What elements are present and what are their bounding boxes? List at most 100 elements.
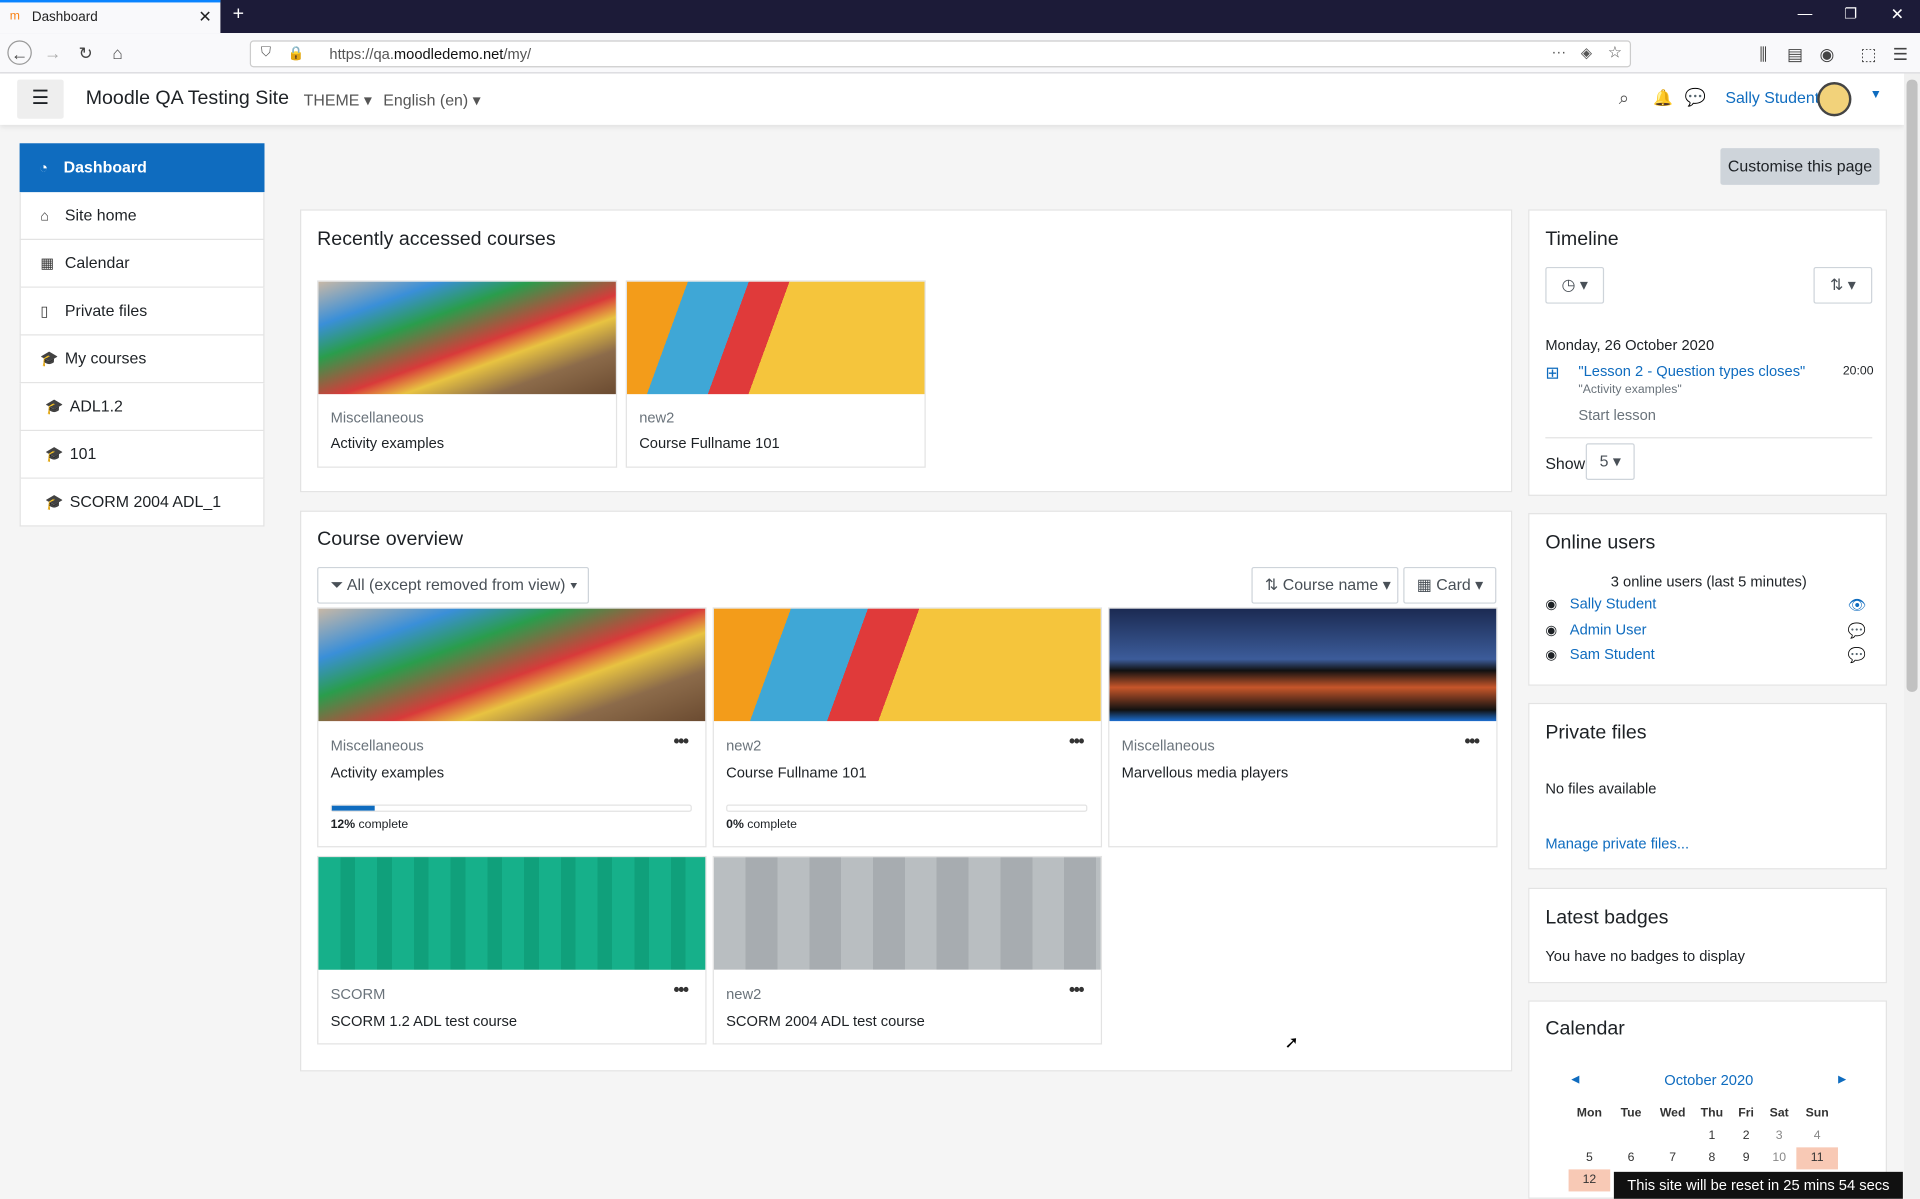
course-actions-icon[interactable]: •••: [673, 980, 689, 1000]
course-name[interactable]: Course Fullname 101: [639, 435, 779, 452]
eye-icon[interactable]: 👁: [1848, 596, 1867, 613]
calendar-day[interactable]: 9: [1730, 1147, 1762, 1169]
sidebar-item-my-courses[interactable]: 🎓 My courses: [19, 335, 265, 384]
progress-text: 12% complete: [330, 817, 409, 832]
course-image[interactable]: [713, 857, 1101, 970]
message-icon[interactable]: 💬: [1848, 622, 1866, 639]
course-image[interactable]: [713, 608, 1101, 722]
sidebar-item-course[interactable]: 🎓 101: [19, 431, 265, 479]
calendar-day-highlight[interactable]: 11: [1796, 1147, 1838, 1170]
view-dropdown[interactable]: ▦ Card ▾: [1403, 566, 1497, 604]
filter-dropdown[interactable]: ⏷ All (except removed from view) ▾: [317, 566, 589, 604]
calendar-day[interactable]: 6: [1610, 1147, 1652, 1169]
course-image[interactable]: [1109, 608, 1497, 722]
bookmark-star-icon[interactable]: ☆: [1608, 43, 1622, 63]
calendar-day[interactable]: 7: [1652, 1147, 1694, 1169]
calendar-day-highlight[interactable]: 12: [1568, 1169, 1611, 1192]
event-link[interactable]: "Lesson 2 - Question types closes": [1578, 362, 1805, 379]
calendar-day[interactable]: 2: [1730, 1125, 1762, 1147]
course-name[interactable]: SCORM 1.2 ADL test course: [331, 1013, 517, 1030]
bell-icon[interactable]: 🔔: [1653, 88, 1673, 108]
course-name[interactable]: Activity examples: [331, 764, 445, 781]
close-tab-icon[interactable]: ✕: [198, 7, 211, 27]
show-count-dropdown[interactable]: 5 ▾: [1585, 443, 1635, 481]
account-icon[interactable]: ◉: [1815, 42, 1839, 66]
course-card[interactable]: Miscellaneous ••• Marvellous media playe…: [1108, 607, 1498, 848]
course-card[interactable]: Miscellaneous ••• Activity examples 12% …: [317, 607, 707, 848]
search-icon[interactable]: ⌕: [1619, 88, 1629, 109]
calendar-day[interactable]: 1: [1693, 1125, 1730, 1147]
course-actions-icon[interactable]: •••: [673, 731, 689, 751]
message-icon[interactable]: 💬: [1848, 647, 1866, 664]
course-name[interactable]: SCORM 2004 ADL test course: [726, 1013, 925, 1030]
sidebar-toggle-icon[interactable]: ▤: [1783, 42, 1807, 66]
site-name[interactable]: Moodle QA Testing Site: [86, 88, 289, 110]
timeline-sort-dropdown[interactable]: ⇅ ▾: [1813, 266, 1873, 304]
sidebar-item-dashboard[interactable]: ◔ Dashboard: [19, 143, 265, 193]
online-user-link[interactable]: Sally Student: [1570, 595, 1657, 612]
online-user-link[interactable]: Admin User: [1570, 621, 1647, 638]
scrollbar-thumb[interactable]: [1906, 79, 1918, 692]
calendar-day[interactable]: 10: [1762, 1147, 1796, 1169]
course-card[interactable]: new2 Course Fullname 101: [625, 280, 926, 468]
course-actions-icon[interactable]: •••: [1069, 980, 1085, 1000]
calendar-day[interactable]: 4: [1796, 1125, 1838, 1147]
course-card[interactable]: new2 ••• Course Fullname 101 0% complete: [712, 607, 1103, 848]
sidebar-item-site-home[interactable]: ⌂ Site home: [19, 192, 265, 241]
course-category: new2: [726, 737, 762, 755]
course-name[interactable]: Activity examples: [331, 435, 445, 452]
library-icon[interactable]: ⫼: [1751, 42, 1775, 66]
extensions-icon[interactable]: ⬚: [1856, 42, 1880, 66]
sidebar-item-private-files[interactable]: ▯ Private files: [19, 287, 265, 336]
course-card[interactable]: Miscellaneous Activity examples: [317, 280, 618, 468]
customise-page-button[interactable]: Customise this page: [1720, 148, 1880, 185]
restore-icon[interactable]: ❐: [1844, 5, 1857, 22]
sidebar-item-course[interactable]: 🎓 ADL1.2: [19, 383, 265, 432]
block-title: Timeline: [1545, 228, 1619, 250]
browser-tab[interactable]: m Dashboard ✕: [0, 0, 221, 34]
course-image[interactable]: [318, 608, 706, 722]
timeline-filter-dropdown[interactable]: ◷ ▾: [1545, 266, 1605, 304]
graduation-cap-icon: 🎓: [45, 445, 64, 463]
calendar-day[interactable]: 8: [1693, 1147, 1730, 1169]
course-name[interactable]: Course Fullname 101: [726, 764, 866, 781]
theme-menu[interactable]: THEME ▾: [304, 91, 372, 111]
close-window-icon[interactable]: ✕: [1891, 5, 1904, 25]
chat-icon[interactable]: 💬: [1685, 87, 1706, 108]
course-actions-icon[interactable]: •••: [1465, 731, 1481, 751]
course-image[interactable]: [626, 281, 925, 395]
drawer-toggle-icon[interactable]: ☰: [17, 79, 64, 119]
next-month-icon[interactable]: ►: [1836, 1073, 1849, 1088]
event-action-link[interactable]: Start lesson: [1578, 407, 1656, 424]
course-image[interactable]: [318, 857, 706, 970]
back-icon[interactable]: ←: [7, 40, 32, 65]
home-icon[interactable]: ⌂: [105, 40, 129, 64]
new-tab-icon[interactable]: +: [233, 4, 244, 26]
online-user-link[interactable]: Sam Student: [1570, 645, 1655, 662]
course-image[interactable]: [318, 281, 616, 395]
filter-icon: ⏷: [330, 575, 344, 594]
minimize-icon[interactable]: —: [1798, 5, 1813, 22]
sort-dropdown[interactable]: ⇅ Course name ▾: [1251, 566, 1399, 604]
course-card[interactable]: SCORM ••• SCORM 1.2 ADL test course: [317, 855, 707, 1045]
user-name[interactable]: Sally Student: [1725, 88, 1819, 106]
forward-icon[interactable]: →: [40, 40, 64, 64]
course-actions-icon[interactable]: •••: [1069, 731, 1085, 751]
manage-files-link[interactable]: Manage private files...: [1545, 835, 1689, 852]
avatar[interactable]: [1817, 82, 1852, 117]
online-users-block: Online users 3 online users (last 5 minu…: [1528, 513, 1887, 686]
course-card[interactable]: new2 ••• SCORM 2004 ADL test course: [712, 855, 1103, 1045]
course-name[interactable]: Marvellous media players: [1122, 764, 1289, 781]
calendar-day[interactable]: 3: [1762, 1125, 1796, 1147]
reload-icon[interactable]: ↻: [73, 40, 97, 64]
sidebar-item-course[interactable]: 🎓 SCORM 2004 ADL_1: [19, 478, 265, 527]
calendar-day[interactable]: 5: [1569, 1147, 1611, 1169]
language-menu[interactable]: English (en) ▾: [383, 91, 480, 111]
course-category: new2: [726, 985, 762, 1003]
page-actions-icon[interactable]: ···: [1551, 43, 1566, 60]
pocket-icon[interactable]: ◈: [1581, 44, 1592, 61]
user-menu-caret-icon[interactable]: ▼: [1870, 88, 1882, 101]
sidebar-item-calendar[interactable]: ▦ Calendar: [19, 240, 265, 288]
menu-icon[interactable]: ☰: [1888, 42, 1912, 66]
url-bar[interactable]: ⛉ 🔒 https://qa.moodledemo.net/my/ ··· ◈ …: [249, 40, 1632, 68]
